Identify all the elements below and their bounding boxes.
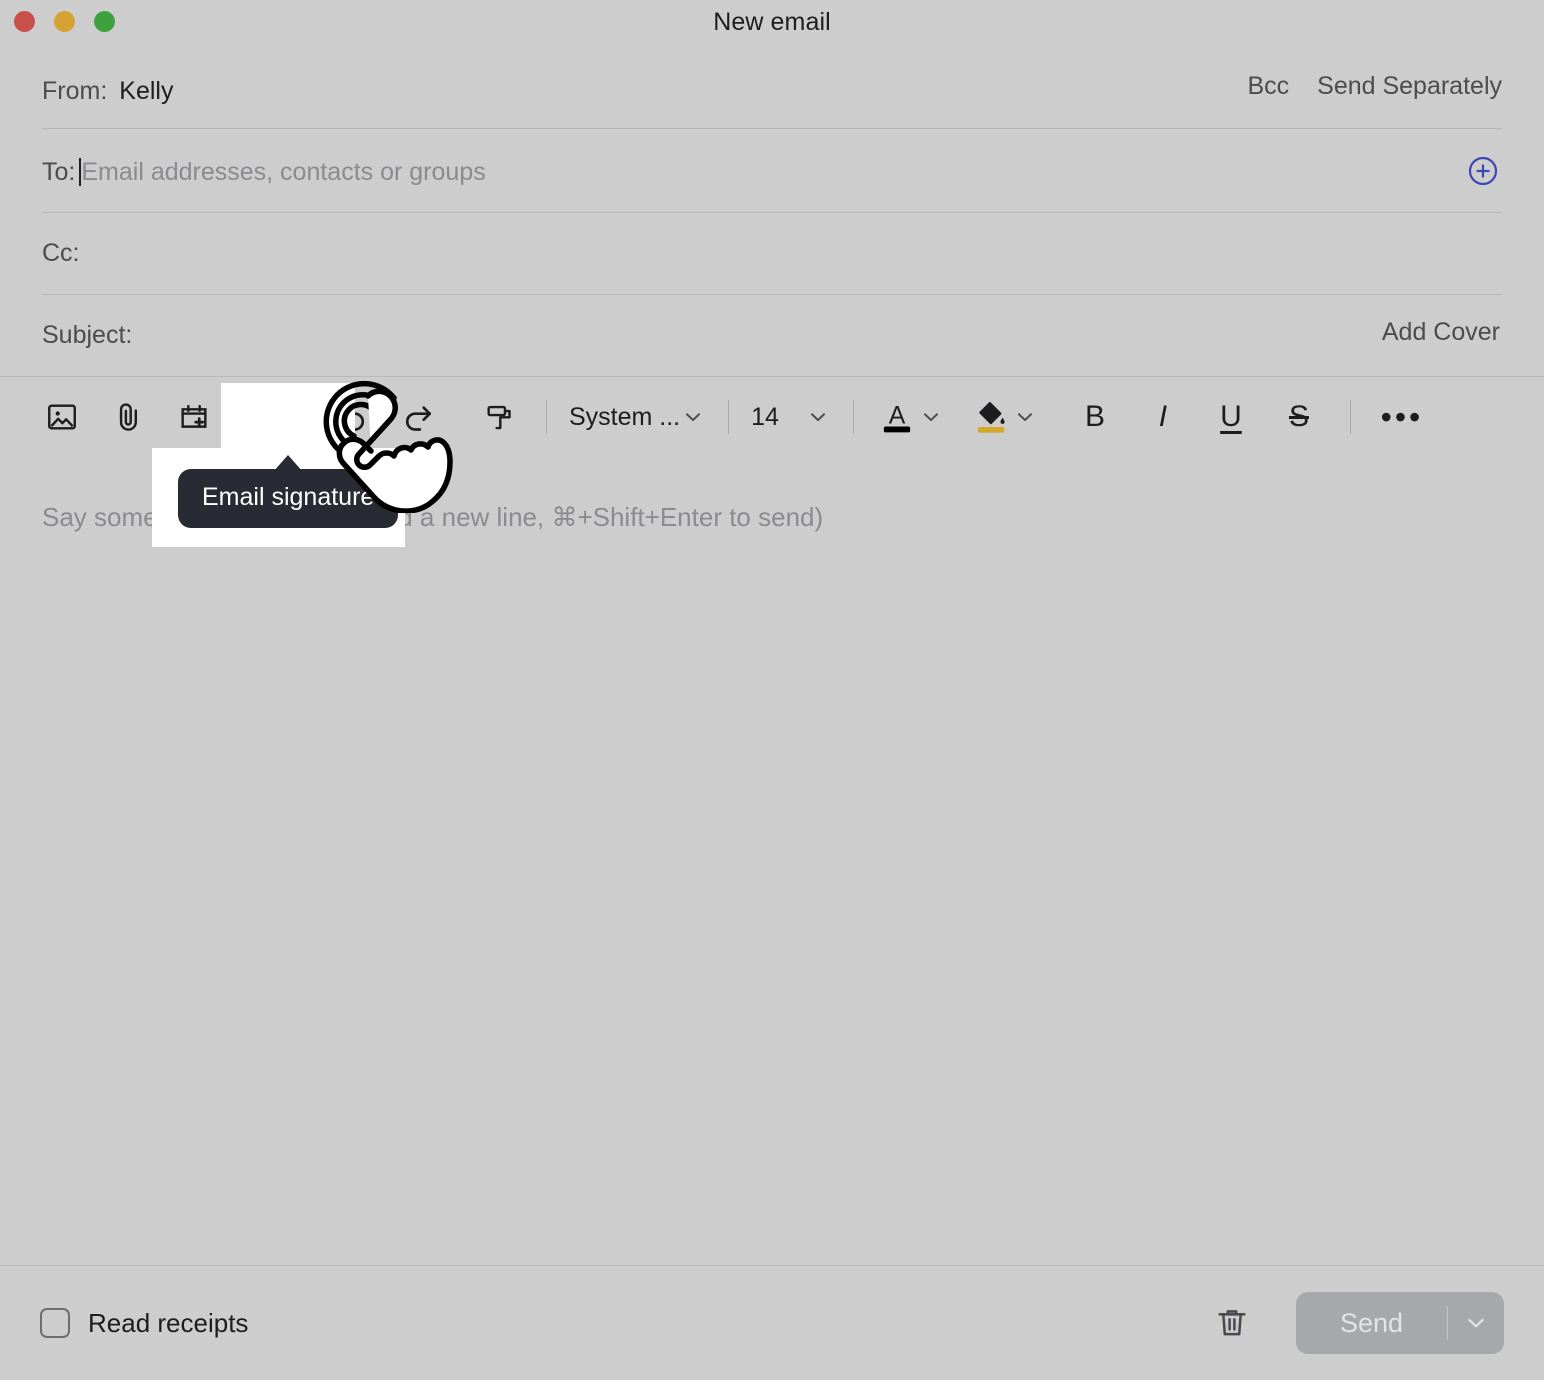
italic-button[interactable]: I xyxy=(1134,393,1192,441)
send-separately-button[interactable]: Send Separately xyxy=(1317,72,1502,101)
font-family-select[interactable]: System ... xyxy=(569,393,706,441)
send-button-group[interactable]: Send xyxy=(1296,1292,1504,1354)
divider-to xyxy=(42,212,1502,213)
send-button[interactable]: Send xyxy=(1296,1308,1447,1339)
header-actions: Bcc Send Separately xyxy=(1247,72,1502,101)
new-email-window: New email From: Kelly Bcc Send Separatel… xyxy=(0,0,1544,1380)
footer-bar: Read receipts Send xyxy=(0,1266,1544,1380)
divider-subject xyxy=(0,376,1544,377)
strikethrough-button[interactable]: S xyxy=(1270,393,1328,441)
cc-row[interactable]: Cc: xyxy=(42,234,1502,272)
font-family-chevron-down-icon[interactable] xyxy=(680,393,706,441)
plus-circle-icon[interactable] xyxy=(1468,156,1498,186)
toolbar-separator-2 xyxy=(728,400,730,434)
text-color-chevron-down-icon[interactable] xyxy=(918,393,944,441)
redo-arrow-icon[interactable] xyxy=(394,393,442,441)
to-input[interactable]: Email addresses, contacts or groups xyxy=(81,158,485,187)
window-title: New email xyxy=(713,8,831,36)
more-options-button[interactable]: ••• xyxy=(1373,393,1431,441)
highlight-color-chevron-down-icon[interactable] xyxy=(1012,393,1038,441)
divider-cc xyxy=(42,294,1502,295)
message-body[interactable]: Say something (⌘+Enter to add a new line… xyxy=(0,458,1544,1262)
toolbar-separator-4 xyxy=(1349,400,1351,434)
toolbar-separator-1 xyxy=(546,400,547,434)
paint-bucket-icon[interactable] xyxy=(970,393,1012,441)
from-label: From: xyxy=(42,76,108,105)
tooltip: Email signature xyxy=(178,469,399,528)
calendar-add-icon[interactable] xyxy=(170,393,218,441)
add-cover-button[interactable]: Add Cover xyxy=(1382,318,1500,347)
annotation-highlight-top xyxy=(221,383,355,451)
bold-button[interactable]: B xyxy=(1066,393,1124,441)
svg-text:A: A xyxy=(889,403,906,430)
subject-label: Subject: xyxy=(42,320,133,349)
paperclip-icon[interactable] xyxy=(104,393,152,441)
divider-from xyxy=(42,128,1502,129)
image-icon[interactable] xyxy=(38,393,86,441)
send-options-chevron-down-icon[interactable] xyxy=(1448,1311,1504,1335)
read-receipts-checkbox[interactable]: Read receipts xyxy=(40,1308,248,1339)
paint-roller-icon[interactable] xyxy=(476,393,524,441)
text-color-icon[interactable]: A xyxy=(876,393,918,441)
bcc-button[interactable]: Bcc xyxy=(1247,72,1289,101)
checkbox-box[interactable] xyxy=(40,1308,70,1338)
title-bar: New email xyxy=(0,0,1544,46)
font-size-select[interactable]: 14 xyxy=(751,393,831,441)
underline-button[interactable]: U xyxy=(1202,393,1260,441)
toolbar-separator-3 xyxy=(852,400,854,434)
trash-icon[interactable] xyxy=(1208,1299,1256,1347)
font-family-value: System ... xyxy=(569,402,681,431)
read-receipts-label: Read receipts xyxy=(88,1307,249,1338)
font-size-value: 14 xyxy=(751,402,779,431)
to-row[interactable]: To: Email addresses, contacts or groups xyxy=(42,152,1502,192)
cc-label: Cc: xyxy=(42,238,80,267)
font-size-chevron-down-icon[interactable] xyxy=(805,393,831,441)
subject-row[interactable]: Subject: xyxy=(42,316,1502,354)
to-label: To: xyxy=(42,157,76,186)
from-value[interactable]: Kelly xyxy=(119,77,173,106)
